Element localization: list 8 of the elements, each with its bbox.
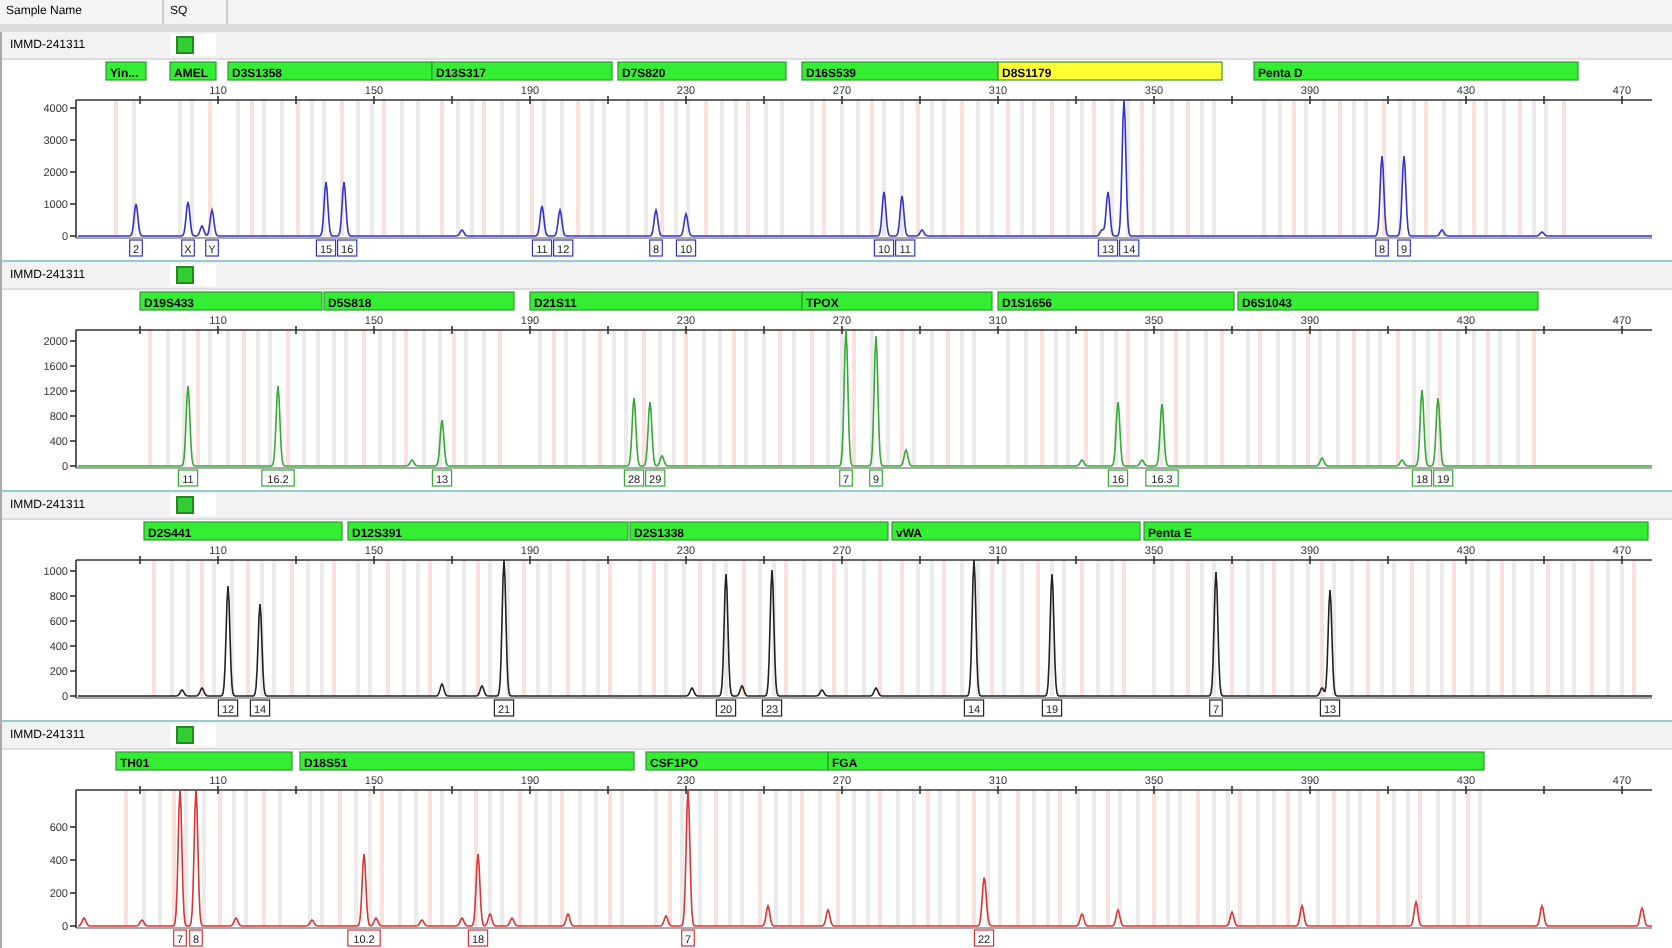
status-icon bbox=[176, 496, 194, 514]
status-icon bbox=[176, 36, 194, 54]
y-axis bbox=[69, 789, 77, 929]
status-icon bbox=[176, 266, 194, 284]
y-axis bbox=[69, 559, 77, 699]
status-icon bbox=[176, 726, 194, 744]
y-axis bbox=[69, 329, 77, 469]
y-axis bbox=[69, 99, 77, 239]
